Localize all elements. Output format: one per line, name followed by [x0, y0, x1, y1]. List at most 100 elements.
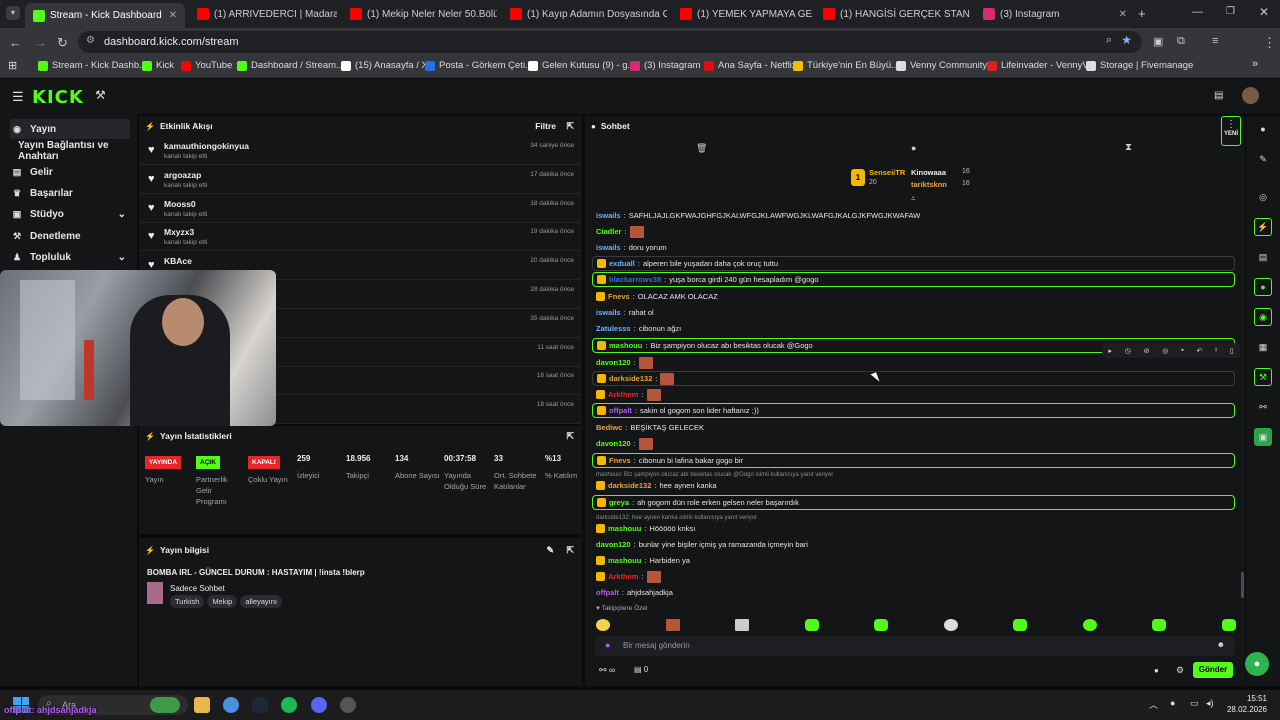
forward-icon[interactable]: → — [34, 35, 47, 50]
sidebar-item[interactable]: ♟ Topluluk ⌄ — [10, 247, 130, 267]
bookmark-item[interactable]: Ana Sayfa - Netflix — [704, 60, 797, 71]
bookmark-item[interactable]: Türkiye'nin En Büyü... — [793, 60, 899, 71]
timeout-icon[interactable]: ◷ — [1125, 347, 1131, 355]
media-icon[interactable]: ≡ — [1212, 35, 1218, 47]
emote-icon[interactable] — [1013, 619, 1028, 631]
emote-icon[interactable] — [1082, 619, 1097, 631]
bookmark-item[interactable]: Gelen Kutusu (9) - g... — [528, 60, 635, 71]
chrome-icon[interactable] — [223, 697, 239, 713]
bookmark-item[interactable]: (3) Instagram — [630, 60, 701, 71]
emote-icon[interactable] — [1221, 619, 1236, 631]
close-tab-icon[interactable]: ✕ — [1119, 9, 1127, 20]
chat-message[interactable]: Zatulesss: cibonun ağzı — [592, 321, 1235, 336]
volume-icon[interactable]: ◂) — [1206, 698, 1214, 709]
bookmark-star-icon[interactable]: ★ — [1121, 33, 1132, 47]
chevron-down-icon[interactable]: ⌄ — [118, 252, 126, 263]
chat-scrollbar[interactable] — [1241, 572, 1244, 598]
top-gifter-name[interactable]: SenseiiTR — [869, 168, 905, 177]
chat-message[interactable]: iswails: SAFHLJAJLGKFWAJGHFGJKALWFGJKLAWF… — [592, 208, 1235, 223]
emote-icon[interactable] — [943, 619, 958, 631]
tray-chevron-icon[interactable]: ︿ — [1149, 698, 1158, 711]
chat-username[interactable]: Ciadler — [596, 227, 621, 236]
broadcast-icon[interactable]: ◉ — [1254, 308, 1272, 326]
sidebar-item[interactable]: ⚒ Denetleme — [10, 226, 130, 246]
bookmark-item[interactable]: (15) Anasayfa / X — [341, 60, 428, 71]
browser-tab[interactable]: (3) Instagram ✕ — [975, 3, 1135, 25]
close-window-button[interactable]: ✕ — [1259, 5, 1269, 19]
chat-username[interactable]: greya — [609, 498, 629, 507]
chat-message[interactable]: blackarrowv38: yuşa borca girdi 240 gün h… — [592, 272, 1235, 287]
chat-message[interactable]: Fnevs: cibonun bi lafina bakar gogo bir — [592, 453, 1235, 468]
emote-icon[interactable] — [1152, 619, 1167, 631]
close-tab-icon[interactable]: ✕ — [169, 10, 177, 21]
info-icon[interactable]: ● — [1254, 120, 1272, 138]
chat-input-box[interactable]: ● Bir mesaj gönderin ☻ — [595, 636, 1235, 656]
bookmark-item[interactable]: Posta - Görkem Çeti... — [425, 60, 533, 71]
reply-icon[interactable]: ◎ — [1162, 347, 1168, 355]
chat-message[interactable]: offpalt: sakin ol gogom son lider haftanı… — [592, 403, 1235, 418]
document-icon[interactable]: ▤ — [1254, 248, 1272, 266]
chat-message[interactable]: Fnevs: OLACAZ AMK OLACAZ — [592, 289, 1235, 304]
tab-search-button[interactable]: ▾ — [6, 6, 20, 20]
chat-username[interactable]: mashouu — [609, 341, 642, 350]
sidebar-item[interactable]: ◉ Yayın — [10, 119, 130, 139]
chat-username[interactable]: Zatulesss — [596, 324, 631, 333]
chat-username[interactable]: Fnevs — [609, 456, 631, 465]
reload-icon[interactable]: ↻ — [57, 35, 68, 51]
chat-options-button[interactable]: ⋮ YENİ — [1221, 116, 1241, 146]
more-bookmarks-icon[interactable]: » — [1252, 58, 1258, 70]
pin-icon[interactable]: ⍿ — [1215, 347, 1217, 355]
chat-message[interactable]: Arkthem: — [592, 387, 1235, 402]
follower-name[interactable]: kamauthiongokinyua — [164, 141, 249, 151]
browser-menu-icon[interactable]: ⋮ — [1263, 35, 1276, 51]
chat-username[interactable]: blackarrowv38 — [609, 275, 661, 284]
chat-username[interactable]: davon120 — [596, 439, 631, 448]
sidebar-item[interactable]: ♛ Başarılar — [10, 183, 130, 203]
emote-icon[interactable] — [874, 619, 889, 631]
sharing-icon[interactable]: ⚯ ∞ — [599, 665, 615, 676]
chat-username[interactable]: mashouu — [608, 556, 641, 565]
discord-icon[interactable] — [311, 697, 327, 713]
stream-preview-icon[interactable]: ▤ — [1214, 90, 1223, 101]
emote-icon[interactable] — [804, 619, 819, 631]
play-icon[interactable]: ▸ — [1108, 347, 1112, 355]
maximize-button[interactable]: ❐ — [1226, 6, 1235, 17]
pencil-icon[interactable]: ✎ — [1254, 150, 1272, 168]
chat-username[interactable]: Arkthem — [608, 390, 638, 399]
chat-icon[interactable]: ● — [1254, 278, 1272, 296]
chat-message[interactable]: mashouu: Hööööö knksı — [592, 521, 1235, 536]
bot-icon[interactable]: ▣ — [1254, 428, 1272, 446]
chat-username[interactable]: Bediwc — [596, 423, 622, 432]
chat-username[interactable]: Fnevs — [608, 292, 630, 301]
chat-message[interactable]: exduall: alperen bile yuşadan daha çok or… — [592, 256, 1235, 271]
microphone-tray-icon[interactable]: ● — [1170, 698, 1175, 708]
chat-users-icon[interactable]: ● — [1154, 666, 1159, 675]
browser-tab[interactable]: (1) YEMEK YAPMAYA GELDİK, D✕ — [672, 3, 812, 25]
ban-icon[interactable]: ⊘ — [1144, 347, 1150, 355]
browser-tab[interactable]: (1) HANGİSİ GERÇEK STAND-U✕ — [815, 3, 970, 25]
stream-tag[interactable]: Mekip — [207, 595, 238, 608]
bookmark-item[interactable]: YouTube — [181, 60, 232, 71]
browser-tab[interactable]: (1) Kayıp Adamın Dosyasında G✕ — [502, 3, 667, 25]
steam-icon[interactable] — [252, 697, 268, 713]
microphone-icon[interactable]: ● — [605, 640, 610, 650]
browser-tab[interactable]: Stream - Kick Dashboard ✕ — [25, 3, 185, 28]
follower-name[interactable]: argoazap — [164, 170, 201, 180]
chat-username[interactable]: darkside132 — [608, 481, 651, 490]
bookmark-item[interactable]: Stream - Kick Dashb... — [38, 60, 147, 71]
expand-chevron-icon[interactable]: ⩡ — [911, 194, 916, 204]
emote-icon[interactable] — [596, 619, 610, 631]
url-field[interactable]: ⚙ dashboard.kick.com/stream ⌕ ★ — [78, 31, 1142, 53]
edit-icon[interactable]: ✎ — [546, 545, 554, 556]
chat-message[interactable]: darkside132: hee aynen kanka — [592, 478, 1235, 493]
chat-username[interactable]: iswails — [596, 308, 621, 317]
chat-username[interactable]: offpalt — [609, 406, 632, 415]
extensions-puzzle-icon[interactable]: ⧉ — [1177, 35, 1185, 48]
chat-message[interactable]: Bediwc: BEŞİKTAŞ GELECEK — [592, 420, 1235, 435]
follower-name[interactable]: Mxyzx3 — [164, 227, 194, 237]
kick-logo[interactable]: KICK — [32, 87, 84, 108]
follower-name[interactable]: KBAce — [164, 256, 192, 266]
obs-icon[interactable] — [340, 697, 356, 713]
trash-icon[interactable]: 🗑 — [696, 143, 707, 154]
chat-username[interactable]: iswails — [596, 243, 621, 252]
